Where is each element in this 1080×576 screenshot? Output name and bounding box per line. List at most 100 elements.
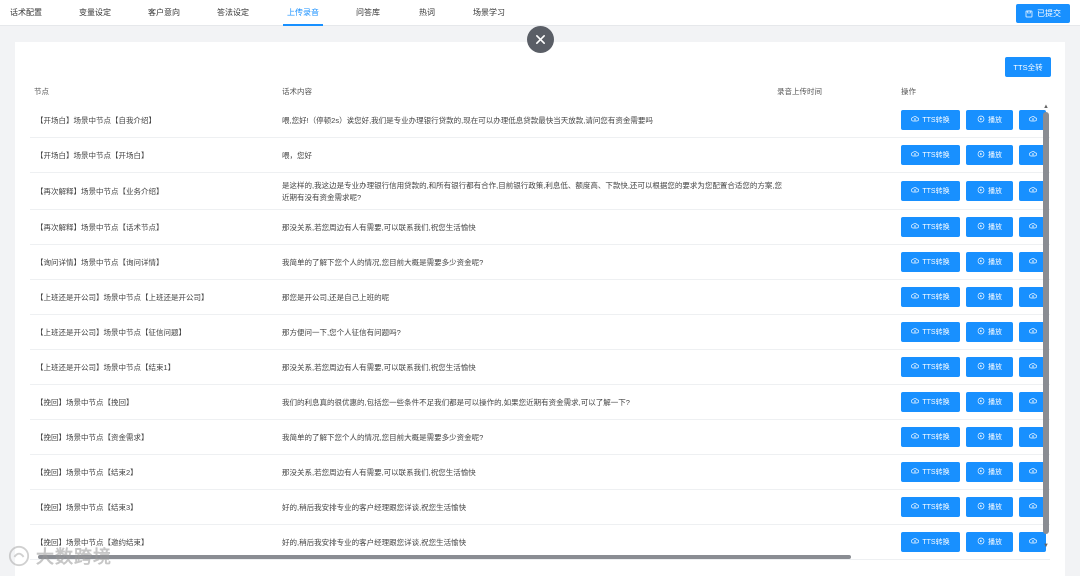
upload-button[interactable] — [1019, 532, 1046, 552]
cloud-upload-icon — [911, 397, 920, 407]
play-button[interactable]: 播放 — [966, 110, 1013, 130]
play-button[interactable]: 播放 — [966, 392, 1013, 412]
play-button[interactable]: 播放 — [966, 322, 1013, 342]
upload-button[interactable] — [1019, 497, 1046, 517]
play-button[interactable]: 播放 — [966, 497, 1013, 517]
close-icon — [536, 35, 545, 44]
tts-convert-button[interactable]: TTS转换 — [901, 145, 960, 165]
horizontal-scrollbar-thumb[interactable] — [38, 555, 851, 559]
tts-convert-button[interactable]: TTS转换 — [901, 357, 960, 377]
play-button[interactable]: 播放 — [966, 217, 1013, 237]
upload-button[interactable] — [1019, 322, 1046, 342]
tts-convert-label: TTS转换 — [922, 259, 950, 266]
tts-convert-label: TTS转换 — [922, 364, 950, 371]
cloud-upload-icon — [911, 222, 920, 232]
tts-convert-label: TTS转换 — [922, 399, 950, 406]
save-icon — [1025, 10, 1033, 17]
upload-button[interactable] — [1019, 287, 1046, 307]
tts-convert-button[interactable]: TTS转换 — [901, 427, 960, 447]
tab-qa-library[interactable]: 问答库 — [356, 0, 380, 26]
tab-upload-recording[interactable]: 上传录音 — [283, 0, 323, 26]
row-script-content: 那没关系,若您周边有人有需要,可以联系我们,祝您生活愉快 — [282, 467, 476, 477]
upload-button[interactable] — [1019, 427, 1046, 447]
tts-convert-label: TTS转换 — [922, 152, 950, 159]
cloud-upload-icon — [911, 327, 920, 337]
tab-customer-intent[interactable]: 客户意向 — [148, 0, 180, 26]
row-node: 【再次解释】场景中节点【业务介绍】 — [36, 186, 164, 196]
cloud-upload-icon — [1028, 292, 1037, 302]
tts-convert-button[interactable]: TTS转换 — [901, 181, 960, 201]
upload-button[interactable] — [1019, 392, 1046, 412]
tts-convert-button[interactable]: TTS转换 — [901, 252, 960, 272]
column-header-upload-time: 录音上传时间 — [777, 87, 822, 96]
upload-button[interactable] — [1019, 181, 1046, 201]
column-header-action: 操作 — [901, 87, 916, 96]
tab-scene-learning[interactable]: 场景学习 — [473, 0, 505, 26]
upload-button[interactable] — [1019, 145, 1046, 165]
cloud-upload-icon — [1028, 327, 1037, 337]
cloud-upload-icon — [911, 186, 920, 196]
submitted-label: 已提交 — [1037, 9, 1061, 18]
cloud-upload-icon — [1028, 502, 1037, 512]
play-button[interactable]: 播放 — [966, 145, 1013, 165]
play-label: 播放 — [988, 224, 1002, 231]
row-node: 【询问详情】场景中节点【询问详情】 — [36, 257, 164, 267]
play-button[interactable]: 播放 — [966, 462, 1013, 482]
upload-button[interactable] — [1019, 252, 1046, 272]
tab-answer-settings[interactable]: 答法设定 — [217, 0, 249, 26]
tts-convert-button[interactable]: TTS转换 — [901, 217, 960, 237]
cloud-upload-icon — [911, 432, 920, 442]
tts-convert-all-button[interactable]: TTS全转 — [1005, 57, 1051, 77]
row-node: 【上班还是开公司】场景中节点【征信问题】 — [36, 327, 186, 337]
cloud-upload-icon — [1028, 257, 1037, 267]
upload-button[interactable] — [1019, 110, 1046, 130]
play-label: 播放 — [988, 152, 1002, 159]
tab-hot-words[interactable]: 热词 — [419, 0, 435, 26]
play-button[interactable]: 播放 — [966, 532, 1013, 552]
play-button[interactable]: 播放 — [966, 287, 1013, 307]
tts-convert-label: TTS转换 — [922, 117, 950, 124]
table-header: 节点 话术内容 录音上传时间 操作 — [30, 82, 1050, 102]
row-node: 【上班还是开公司】场景中节点【结束1】 — [36, 362, 176, 372]
tts-convert-button[interactable]: TTS转换 — [901, 287, 960, 307]
tts-convert-button[interactable]: TTS转换 — [901, 497, 960, 517]
row-script-content: 我简单的了解下您个人的情况,您目前大概是需要多少资金呢? — [282, 257, 484, 267]
tts-convert-button[interactable]: TTS转换 — [901, 462, 960, 482]
table-row: 【再次解释】场景中节点【话术节点】 那没关系,若您周边有人有需要,可以联系我们,祝… — [30, 210, 1050, 245]
tts-convert-button[interactable]: TTS转换 — [901, 532, 960, 552]
tts-convert-button[interactable]: TTS转换 — [901, 322, 960, 342]
row-script-content: 那您是开公司,还是自己上班的呢 — [282, 292, 390, 302]
play-button[interactable]: 播放 — [966, 427, 1013, 447]
upload-button[interactable] — [1019, 462, 1046, 482]
column-header-content: 话术内容 — [282, 87, 312, 96]
table-row: 【挽回】场景中节点【结束2】 那没关系,若您周边有人有需要,可以联系我们,祝您生活… — [30, 455, 1050, 490]
tab-script-config[interactable]: 话术配置 — [10, 0, 42, 26]
row-node: 【上班还是开公司】场景中节点【上班还是开公司】 — [36, 292, 209, 302]
upload-button[interactable] — [1019, 217, 1046, 237]
tab-variable-settings[interactable]: 变量设定 — [79, 0, 111, 26]
tts-convert-button[interactable]: TTS转换 — [901, 392, 960, 412]
play-icon — [977, 502, 985, 512]
play-button[interactable]: 播放 — [966, 357, 1013, 377]
close-button[interactable] — [527, 26, 554, 53]
upload-button[interactable] — [1019, 357, 1046, 377]
table-row: 【上班还是开公司】场景中节点【征信问题】 那方便问一下,您个人征信有问题吗? TTS… — [30, 315, 1050, 350]
play-button[interactable]: 播放 — [966, 181, 1013, 201]
cloud-upload-icon — [1028, 432, 1037, 442]
row-script-content: 喂，您好 — [282, 150, 312, 160]
submitted-button[interactable]: 已提交 — [1016, 4, 1070, 23]
play-icon — [977, 222, 985, 232]
play-button[interactable]: 播放 — [966, 252, 1013, 272]
table-row: 【询问详情】场景中节点【询问详情】 我简单的了解下您个人的情况,您目前大概是需要多… — [30, 245, 1050, 280]
tts-convert-button[interactable]: TTS转换 — [901, 110, 960, 130]
table-row: 【挽回】场景中节点【结束3】 好的,稍后我安排专业的客户经理跟您详谈,祝您生活愉快… — [30, 490, 1050, 525]
scroll-up-arrow-icon[interactable]: ▲ — [1043, 104, 1049, 110]
row-script-content: 好的,稍后我安排专业的客户经理跟您详谈,祝您生活愉快 — [282, 502, 467, 512]
scroll-down-arrow-icon[interactable]: ▼ — [1043, 543, 1049, 549]
tts-convert-label: TTS转换 — [922, 294, 950, 301]
tts-convert-label: TTS转换 — [922, 224, 950, 231]
vertical-scrollbar-thumb[interactable] — [1043, 112, 1049, 534]
tts-convert-label: TTS转换 — [922, 188, 950, 195]
cloud-upload-icon — [1028, 186, 1037, 196]
top-nav-bar: 话术配置 变量设定 客户意向 答法设定 上传录音 问答库 热词 场景学习 已提交 — [0, 0, 1080, 26]
